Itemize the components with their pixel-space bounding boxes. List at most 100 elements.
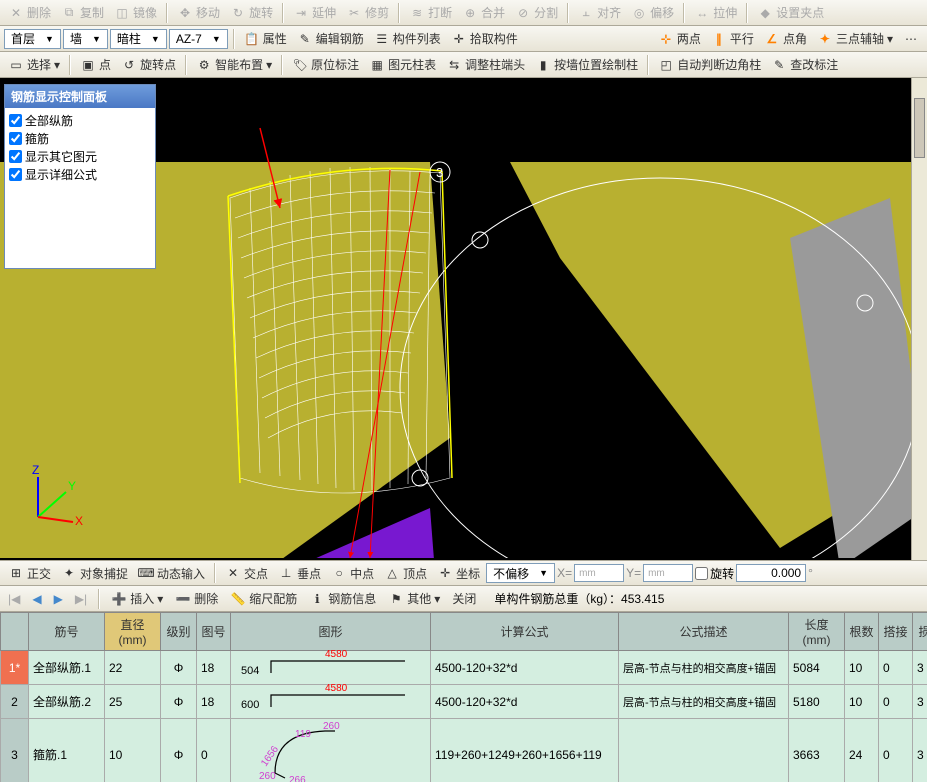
btn-info[interactable]: ℹ钢筋信息 [305, 588, 380, 609]
cell-len[interactable]: 5084 [789, 651, 845, 685]
chk-stirrup[interactable]: 箍筋 [9, 130, 151, 147]
btn-smart[interactable]: ⚙智能布置▾ [192, 54, 276, 75]
x-input[interactable]: mm [574, 564, 624, 582]
btn-top[interactable]: △顶点 [380, 563, 431, 584]
btn-rotate[interactable]: ↻旋转 [226, 2, 277, 23]
btn-rotpt[interactable]: ↺旋转点 [117, 54, 180, 75]
btn-scale[interactable]: 📏缩尺配筋 [226, 588, 301, 609]
btn-modtag[interactable]: ✎查改标注 [767, 54, 842, 75]
viewport-scrollbar[interactable] [911, 78, 927, 560]
btn-parallel[interactable]: ∥平行 [707, 28, 758, 49]
cell-num[interactable]: 箍筋.1 [29, 719, 105, 782]
btn-origtag[interactable]: 🏷原位标注 [288, 54, 363, 75]
btn-delete[interactable]: ✕删除 [4, 2, 55, 23]
btn-move[interactable]: ✥移动 [173, 2, 224, 23]
btn-trim[interactable]: ✂修剪 [342, 2, 393, 23]
cell-shape[interactable]: 600 4580 [231, 685, 431, 719]
cell-qty[interactable]: 24 [845, 719, 879, 782]
cell-loss[interactable]: 3 [913, 685, 927, 719]
btn-insert-row[interactable]: ➕插入▾ [107, 588, 167, 609]
cell-dia[interactable]: 25 [105, 685, 161, 719]
y-input[interactable]: mm [643, 564, 693, 582]
table-row[interactable]: 3 箍筋.1 10 Φ 0 1656 119 260 260 266 119+2… [1, 719, 927, 782]
chk-other[interactable]: 显示其它图元 [9, 148, 151, 165]
btn-autocorner[interactable]: ◰自动判断边角柱 [654, 54, 765, 75]
btn-dyn[interactable]: ⌨动态输入 [134, 563, 209, 584]
table-row[interactable]: 1* 全部纵筋.1 22 Φ 18 504 4580 4500-120+32*d… [1, 651, 927, 685]
btn-coord[interactable]: ✛坐标 [433, 563, 484, 584]
nav-first[interactable]: |◀ [4, 590, 24, 608]
btn-split[interactable]: ⊘分割 [511, 2, 562, 23]
btn-cross[interactable]: ✕交点 [221, 563, 272, 584]
btn-offset[interactable]: ◎偏移 [627, 2, 678, 23]
viewport-3d[interactable]: 钢筋显示控制面板 全部纵筋 箍筋 显示其它图元 显示详细公式 [0, 78, 927, 560]
cell-formula[interactable]: 119+260+1249+260+1656+119 [431, 719, 619, 782]
cell-formula[interactable]: 4500-120+32*d [431, 685, 619, 719]
cell-desc[interactable]: 层高-节点与柱的相交高度+锚固 [619, 685, 789, 719]
btn-twopt[interactable]: ⊹两点 [654, 28, 705, 49]
btn-more1[interactable]: ⋯ [899, 29, 923, 49]
btn-mirror[interactable]: ◫镜像 [110, 2, 161, 23]
cell-lap[interactable]: 0 [879, 651, 913, 685]
row-index[interactable]: 1* [1, 651, 29, 685]
category-select[interactable]: 墙▼ [63, 29, 108, 49]
cell-desc[interactable]: 层高-节点与柱的相交高度+锚固 [619, 651, 789, 685]
btn-bypos[interactable]: ▮按墙位置绘制柱 [531, 54, 642, 75]
row-index[interactable]: 3 [1, 719, 29, 782]
btn-delete-row[interactable]: ➖删除 [171, 588, 222, 609]
btn-setgrip[interactable]: ◆设置夹点 [753, 2, 828, 23]
cell-grade[interactable]: Φ [161, 651, 197, 685]
cell-num[interactable]: 全部纵筋.1 [29, 651, 105, 685]
floor-select[interactable]: 首层▼ [4, 29, 61, 49]
btn-extend[interactable]: ⇥延伸 [289, 2, 340, 23]
btn-other[interactable]: ⚑其他▾ [384, 588, 444, 609]
code-select[interactable]: AZ-7▼ [169, 29, 228, 49]
row-index[interactable]: 2 [1, 685, 29, 719]
offset-mode-select[interactable]: 不偏移▼ [486, 563, 555, 583]
nav-next[interactable]: ▶ [50, 590, 67, 608]
btn-perp[interactable]: ⊥垂点 [274, 563, 325, 584]
rotate-chk[interactable] [695, 567, 708, 580]
btn-adjhead[interactable]: ⇆调整柱端头 [442, 54, 529, 75]
btn-copy[interactable]: ⧉复制 [57, 2, 108, 23]
btn-complist[interactable]: ☰构件列表 [370, 28, 445, 49]
cell-loss[interactable]: 3 [913, 651, 927, 685]
btn-mid[interactable]: ○中点 [327, 563, 378, 584]
btn-osnap[interactable]: ✦对象捕捉 [57, 563, 132, 584]
cell-shape[interactable]: 504 4580 [231, 651, 431, 685]
cell-lap[interactable]: 0 [879, 719, 913, 782]
btn-attr[interactable]: 📋属性 [240, 28, 291, 49]
rebar-grid[interactable]: 筋号 直径(mm) 级别 图号 图形 计算公式 公式描述 长度(mm) 根数 搭… [0, 612, 927, 782]
btn-close-rebar[interactable]: 关闭 [448, 588, 480, 609]
btn-break[interactable]: ≋打断 [405, 2, 456, 23]
table-row[interactable]: 2 全部纵筋.2 25 Φ 18 600 4580 4500-120+32*d … [1, 685, 927, 719]
btn-stretch[interactable]: ↔拉伸 [690, 2, 741, 23]
cell-num[interactable]: 全部纵筋.2 [29, 685, 105, 719]
nav-last[interactable]: ▶| [71, 590, 91, 608]
chk-all-long[interactable]: 全部纵筋 [9, 112, 151, 129]
cell-grade[interactable]: Φ [161, 719, 197, 782]
cell-qty[interactable]: 10 [845, 651, 879, 685]
cell-dia[interactable]: 10 [105, 719, 161, 782]
cell-loss[interactable]: 3 [913, 719, 927, 782]
btn-align[interactable]: ⫠对齐 [574, 2, 625, 23]
btn-select[interactable]: ▭选择▾ [4, 54, 64, 75]
cell-formula[interactable]: 4500-120+32*d [431, 651, 619, 685]
cell-code[interactable]: 18 [197, 651, 231, 685]
btn-threeaxis[interactable]: ✦三点辅轴▾ [813, 28, 897, 49]
rotate-input[interactable]: 0.000 [736, 564, 806, 582]
cell-qty[interactable]: 10 [845, 685, 879, 719]
cell-grade[interactable]: Φ [161, 685, 197, 719]
btn-point[interactable]: ▣点 [76, 54, 115, 75]
type-select[interactable]: 暗柱▼ [110, 29, 167, 49]
cell-code[interactable]: 0 [197, 719, 231, 782]
btn-ptang[interactable]: ∠点角 [760, 28, 811, 49]
cell-code[interactable]: 18 [197, 685, 231, 719]
cell-shape[interactable]: 1656 119 260 260 266 [231, 719, 431, 782]
btn-merge[interactable]: ⊕合并 [458, 2, 509, 23]
btn-editrebar[interactable]: ✎编辑钢筋 [293, 28, 368, 49]
cell-lap[interactable]: 0 [879, 685, 913, 719]
cell-dia[interactable]: 22 [105, 651, 161, 685]
cell-len[interactable]: 3663 [789, 719, 845, 782]
chk-formula[interactable]: 显示详细公式 [9, 166, 151, 183]
